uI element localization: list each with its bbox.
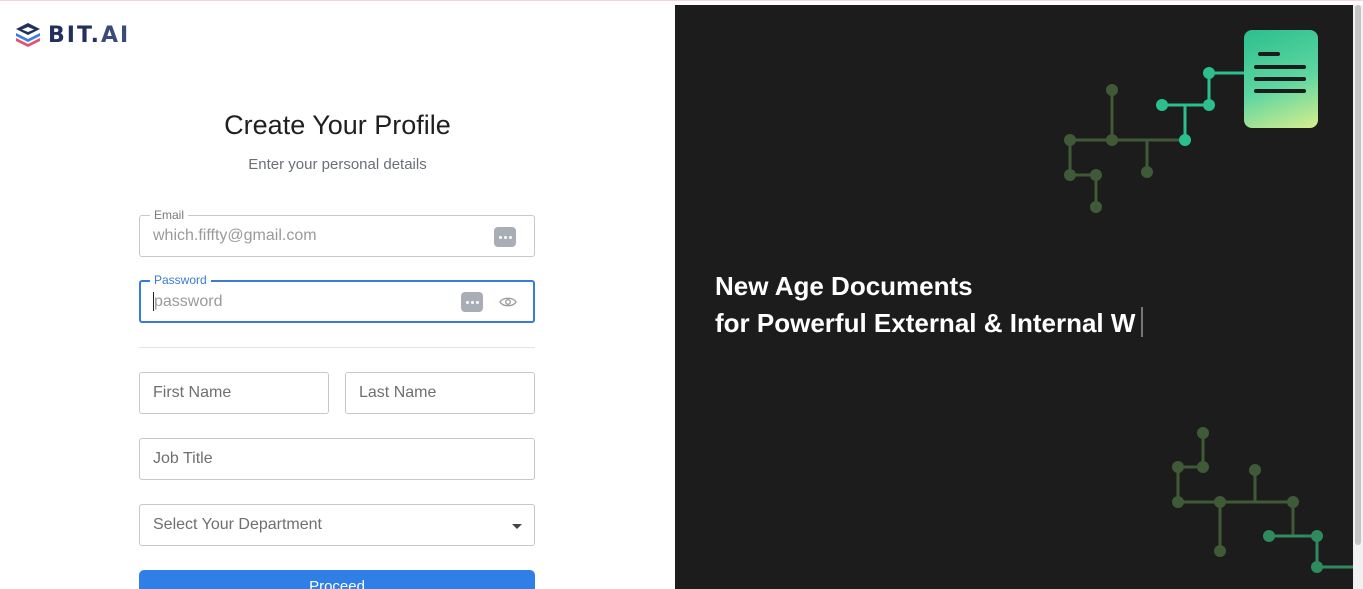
last-name-field[interactable]: Last Name: [345, 372, 535, 414]
email-field[interactable]: Email which.fiffty@gmail.com: [139, 208, 535, 257]
promo-line-1: New Age Documents: [715, 271, 973, 301]
promo-panel: New Age Documents for Powerful External …: [675, 5, 1353, 589]
document-icon: [1244, 30, 1318, 128]
eye-icon[interactable]: [499, 295, 517, 309]
last-name-placeholder: Last Name: [359, 384, 437, 401]
job-title-field[interactable]: Job Title: [139, 438, 535, 480]
signup-panel: BIT.AI Create Your Profile Enter your pe…: [0, 5, 675, 589]
job-title-placeholder: Job Title: [153, 450, 213, 467]
first-name-field[interactable]: First Name: [139, 372, 329, 414]
password-manager-icon[interactable]: [461, 292, 483, 312]
proceed-button[interactable]: Proceed: [139, 570, 535, 589]
first-name-placeholder: First Name: [153, 384, 232, 401]
department-select[interactable]: Select Your Department: [139, 504, 535, 546]
email-value: which.fiffty@gmail.com: [153, 227, 317, 244]
password-field[interactable]: Password password: [139, 273, 535, 323]
bit-ai-logo[interactable]: BIT.AI: [14, 21, 130, 49]
scrollbar-thumb[interactable]: [1355, 5, 1361, 545]
password-placeholder: password: [154, 292, 223, 310]
scrollbar[interactable]: [1353, 5, 1363, 589]
logo-text: BIT.AI: [48, 22, 131, 48]
bit-ai-logo-icon: [16, 23, 40, 47]
department-placeholder: Select Your Department: [153, 516, 322, 533]
password-manager-icon[interactable]: [494, 227, 516, 247]
promo-line-2: for Powerful External & Internal W: [715, 305, 1144, 342]
page-subtitle: Enter your personal details: [248, 156, 427, 173]
typing-cursor: [1141, 307, 1144, 337]
form-divider: [139, 347, 535, 348]
promo-headline: New Age Documents for Powerful External …: [715, 268, 1144, 342]
chevron-down-icon: [512, 524, 522, 529]
page-title: Create Your Profile: [224, 110, 451, 140]
password-input[interactable]: password: [153, 282, 222, 321]
